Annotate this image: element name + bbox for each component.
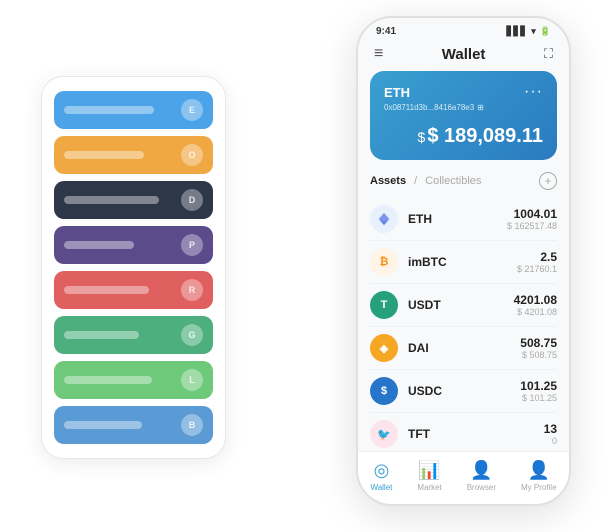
asset-list: ETH 1004.01 $ 162517.48 ₿ imBTC 2.5 $ 21…	[370, 198, 557, 451]
tab-collectibles[interactable]: Collectibles	[425, 175, 481, 187]
dai-usd: $ 508.75	[520, 350, 557, 360]
eth-card-address: 0x08711d3b...8416a78e3 ⊞	[384, 103, 543, 112]
tft-token-name: TFT	[408, 427, 544, 441]
status-icons: ▋▋▋ ▾ 🔋	[506, 26, 551, 37]
dai-token-name: DAI	[408, 341, 520, 355]
phone-body: ETH ··· 0x08711d3b...8416a78e3 ⊞ $$ 189,…	[358, 71, 569, 451]
assets-tabs: Assets / Collectibles	[370, 175, 481, 187]
asset-row-usdc[interactable]: $ USDC 101.25 $ 101.25	[370, 370, 557, 413]
tft-token-icon: 🐦	[370, 420, 398, 448]
eth-amount: 1004.01	[507, 207, 557, 221]
asset-row-dai[interactable]: ◈ DAI 508.75 $ 508.75	[370, 327, 557, 370]
asset-row-imbtc[interactable]: ₿ imBTC 2.5 $ 21760.1	[370, 241, 557, 284]
copy-icon[interactable]: ⊞	[477, 103, 484, 112]
status-bar: 9:41 ▋▋▋ ▾ 🔋	[358, 18, 569, 41]
eth-usd: $ 162517.48	[507, 221, 557, 231]
scene: E O D P R G L B	[21, 16, 581, 516]
nav-profile-label: My Profile	[521, 483, 557, 492]
list-item[interactable]: P	[54, 226, 213, 264]
nav-market[interactable]: 📊 Market	[417, 460, 441, 492]
imbtc-usd: $ 21760.1	[517, 264, 557, 274]
nav-profile[interactable]: 👤 My Profile	[521, 460, 557, 492]
eth-card-menu[interactable]: ···	[524, 83, 543, 101]
usdt-token-icon: T	[370, 291, 398, 319]
list-item[interactable]: R	[54, 271, 213, 309]
eth-card-balance: $$ 189,089.11	[384, 122, 543, 148]
tab-assets[interactable]: Assets	[370, 175, 406, 187]
card-stack: E O D P R G L B	[41, 76, 226, 459]
usdc-token-icon: $	[370, 377, 398, 405]
page-title: Wallet	[383, 46, 544, 63]
status-time: 9:41	[376, 26, 396, 37]
assets-header: Assets / Collectibles +	[370, 172, 557, 190]
asset-row-eth[interactable]: ETH 1004.01 $ 162517.48	[370, 198, 557, 241]
usdc-values: 101.25 $ 101.25	[520, 379, 557, 403]
browser-icon: 👤	[470, 460, 492, 481]
wallet-icon: ◎	[374, 460, 390, 481]
list-item[interactable]: G	[54, 316, 213, 354]
add-asset-button[interactable]: +	[539, 172, 557, 190]
usdt-values: 4201.08 $ 4201.08	[514, 293, 557, 317]
tft-usd: 0	[544, 436, 557, 446]
wifi-icon: ▾	[531, 26, 536, 37]
list-item[interactable]: B	[54, 406, 213, 444]
dai-token-icon: ◈	[370, 334, 398, 362]
usdc-usd: $ 101.25	[520, 393, 557, 403]
asset-row-usdt[interactable]: T USDT 4201.08 $ 4201.08	[370, 284, 557, 327]
nav-wallet-label: Wallet	[370, 483, 392, 492]
imbtc-amount: 2.5	[517, 250, 557, 264]
tft-amount: 13	[544, 422, 557, 436]
nav-market-label: Market	[417, 483, 441, 492]
dai-values: 508.75 $ 508.75	[520, 336, 557, 360]
imbtc-token-name: imBTC	[408, 255, 517, 269]
menu-icon[interactable]: ≡	[374, 45, 383, 63]
tab-divider: /	[414, 175, 417, 187]
list-item[interactable]: O	[54, 136, 213, 174]
eth-card[interactable]: ETH ··· 0x08711d3b...8416a78e3 ⊞ $$ 189,…	[370, 71, 557, 160]
profile-icon: 👤	[528, 460, 550, 481]
eth-values: 1004.01 $ 162517.48	[507, 207, 557, 231]
market-icon: 📊	[418, 460, 440, 481]
usdt-usd: $ 4201.08	[514, 307, 557, 317]
nav-browser-label: Browser	[467, 483, 496, 492]
list-item[interactable]: L	[54, 361, 213, 399]
eth-token-name: ETH	[408, 212, 507, 226]
bottom-nav: ◎ Wallet 📊 Market 👤 Browser 👤 My Profile	[358, 451, 569, 504]
list-item[interactable]: D	[54, 181, 213, 219]
phone-header: ≡ Wallet ⛶	[358, 41, 569, 71]
battery-icon: 🔋	[540, 26, 551, 37]
imbtc-values: 2.5 $ 21760.1	[517, 250, 557, 274]
usdc-amount: 101.25	[520, 379, 557, 393]
expand-icon[interactable]: ⛶	[544, 46, 553, 62]
eth-card-header: ETH ···	[384, 83, 543, 101]
dai-amount: 508.75	[520, 336, 557, 350]
phone: 9:41 ▋▋▋ ▾ 🔋 ≡ Wallet ⛶ ETH ··· 0x08711	[356, 16, 571, 506]
imbtc-token-icon: ₿	[370, 248, 398, 276]
eth-token-icon	[370, 205, 398, 233]
nav-browser[interactable]: 👤 Browser	[467, 460, 496, 492]
asset-row-tft[interactable]: 🐦 TFT 13 0	[370, 413, 557, 451]
tft-values: 13 0	[544, 422, 557, 446]
dollar-sign: $	[418, 129, 426, 145]
nav-wallet[interactable]: ◎ Wallet	[370, 460, 392, 492]
usdt-token-name: USDT	[408, 298, 514, 312]
signal-icon: ▋▋▋	[506, 26, 527, 37]
usdt-amount: 4201.08	[514, 293, 557, 307]
usdc-token-name: USDC	[408, 384, 520, 398]
eth-card-name: ETH	[384, 85, 410, 100]
list-item[interactable]: E	[54, 91, 213, 129]
